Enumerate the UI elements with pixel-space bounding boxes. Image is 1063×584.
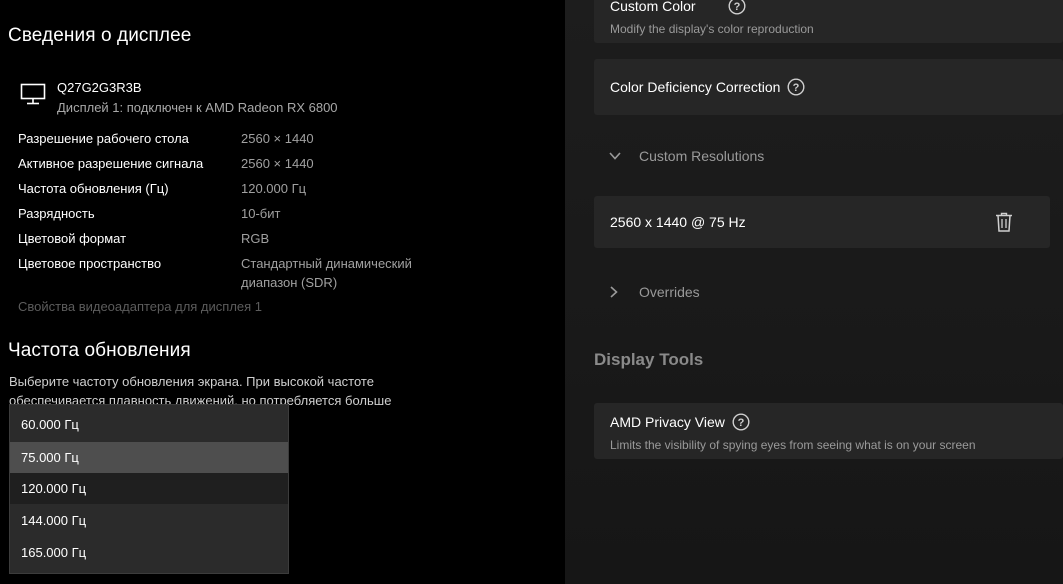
svg-text:?: ? — [734, 1, 741, 13]
display-tools-heading: Display Tools — [594, 350, 704, 369]
monitor-icon — [20, 83, 46, 105]
svg-text:?: ? — [738, 417, 745, 429]
svg-text:?: ? — [793, 82, 800, 94]
prop-value-desktop-resolution: 2560 × 1440 — [241, 131, 314, 146]
display-info-title: Сведения о дисплее — [8, 25, 192, 46]
privacy-view-subtitle: Limits the visibility of spying eyes fro… — [610, 438, 976, 452]
custom-resolution-entry[interactable]: 2560 x 1440 @ 75 Hz — [594, 196, 1050, 248]
monitor-name: Q27G2G3R3B — [57, 80, 142, 95]
privacy-view-card[interactable]: AMD Privacy View ? Limits the visibility… — [594, 403, 1063, 459]
color-deficiency-card[interactable]: Color Deficiency Correction ? — [594, 59, 1063, 115]
help-circle-icon[interactable]: ? — [728, 0, 746, 15]
prop-value-active-resolution: 2560 × 1440 — [241, 156, 314, 171]
custom-resolutions-expander[interactable]: Custom Resolutions — [594, 138, 1063, 174]
prop-label-bit-depth: Разрядность — [18, 206, 95, 221]
help-circle-icon[interactable]: ? — [787, 78, 805, 96]
custom-resolutions-label: Custom Resolutions — [639, 148, 765, 164]
refresh-option-144[interactable]: 144.000 Гц — [10, 505, 288, 536]
refresh-rate-dropdown[interactable]: 60.000 Гц 75.000 Гц 120.000 Гц 144.000 Г… — [9, 404, 289, 574]
color-deficiency-title: Color Deficiency Correction — [610, 79, 781, 95]
privacy-view-title: AMD Privacy View — [610, 414, 725, 430]
chevron-down-icon — [609, 152, 621, 160]
prop-value-bit-depth: 10-бит — [241, 206, 281, 221]
refresh-option-60[interactable]: 60.000 Гц — [10, 409, 288, 440]
overrides-label: Overrides — [639, 284, 700, 300]
prop-label-desktop-resolution: Разрешение рабочего стола — [18, 131, 189, 146]
custom-color-title: Custom Color — [610, 0, 696, 14]
adapter-properties-link[interactable]: Свойства видеоадаптера для дисплея 1 — [18, 299, 262, 314]
prop-label-refresh-rate: Частота обновления (Гц) — [18, 181, 169, 196]
trash-icon[interactable] — [995, 212, 1013, 232]
refresh-rate-title: Частота обновления — [8, 340, 191, 361]
custom-color-card[interactable]: Custom Color ? Modify the display's colo… — [594, 0, 1063, 43]
prop-value-color-space: Стандартный динамический диапазон (SDR) — [241, 256, 412, 290]
amd-adrenalin-display-panel: Custom Color ? Modify the display's colo… — [565, 0, 1063, 584]
windows-display-settings: Сведения о дисплее Q27G2G3R3B Дисплей 1:… — [0, 0, 565, 584]
monitor-connection: Дисплей 1: подключен к AMD Radeon RX 680… — [57, 100, 338, 115]
custom-color-subtitle: Modify the display's color reproduction — [610, 22, 814, 36]
custom-resolution-label: 2560 x 1440 @ 75 Hz — [610, 214, 746, 230]
refresh-option-120[interactable]: 120.000 Гц — [10, 473, 288, 504]
prop-value-refresh-rate: 120.000 Гц — [241, 181, 307, 196]
prop-label-color-format: Цветовой формат — [18, 231, 127, 246]
refresh-option-165[interactable]: 165.000 Гц — [10, 537, 288, 568]
prop-label-color-space: Цветовое пространство — [18, 256, 162, 271]
overrides-expander[interactable]: Overrides — [594, 274, 1063, 310]
prop-label-active-resolution: Активное разрешение сигнала — [18, 156, 204, 171]
help-circle-icon[interactable]: ? — [732, 413, 750, 431]
chevron-right-icon — [610, 286, 618, 298]
prop-value-color-format: RGB — [241, 231, 270, 246]
refresh-option-75[interactable]: 75.000 Гц — [10, 442, 288, 473]
